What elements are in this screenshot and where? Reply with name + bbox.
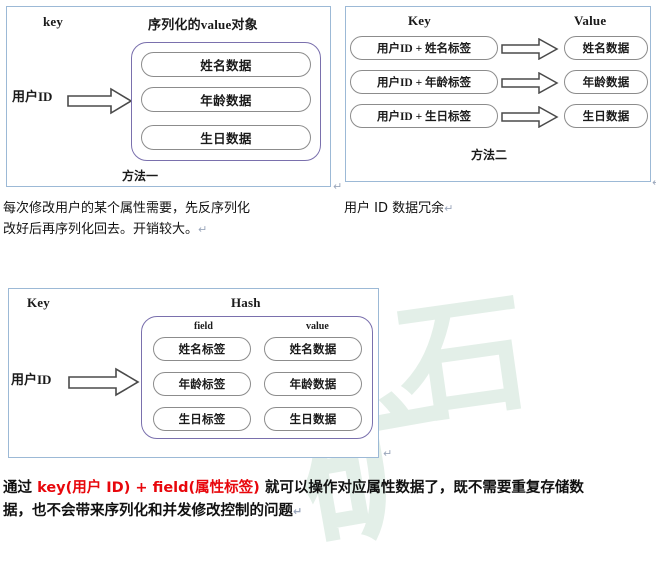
diagram1-key-label: 用户ID bbox=[12, 89, 53, 104]
diagram2-key-pill: 用户ID + 生日标签 bbox=[350, 104, 498, 128]
diagram2-value-pill: 生日数据 bbox=[564, 104, 648, 128]
diagram1-value-pill: 生日数据 bbox=[141, 125, 311, 150]
diagram3-key-label: 用户ID bbox=[11, 372, 52, 387]
block-arrow-right-icon bbox=[67, 87, 133, 115]
diagram3-field-pill: 生日标签 bbox=[153, 407, 251, 431]
block-arrow-right-icon bbox=[501, 72, 559, 94]
note-method-one: 每次修改用户的某个属性需要，先反序列化 改好后再序列化回去。开销较大。↵ bbox=[3, 198, 333, 240]
conclusion-highlight: key(用户 ID) + field(属性标签) bbox=[37, 480, 260, 496]
block-arrow-right-icon bbox=[68, 367, 140, 397]
paragraph-mark: ↵ bbox=[198, 223, 208, 236]
diagram3-key-header: Key bbox=[27, 295, 50, 310]
diagram2-key-pill: 用户ID + 年龄标签 bbox=[350, 70, 498, 94]
diagram3-hash-header: Hash bbox=[231, 295, 261, 310]
conclusion-text: 通过 key(用户 ID) + field(属性标签) 就可以操作对应属性数据了… bbox=[3, 477, 653, 523]
diagram3-value-pill: 年龄数据 bbox=[264, 372, 362, 396]
note-method-two: 用户 ID 数据冗余↵ bbox=[344, 198, 644, 219]
diagram1-key-header: key bbox=[43, 14, 64, 29]
diagram-hash-structure: Key Hash 用户ID field value 姓名标签 姓名数据 年龄标签… bbox=[8, 288, 379, 458]
diagram2-value-pill: 年龄数据 bbox=[564, 70, 648, 94]
diagram2-key-header: Key bbox=[408, 13, 431, 28]
conclusion-pre: 通过 bbox=[3, 480, 38, 496]
diagram-method-one: key 序列化的value对象 用户ID 姓名数据 年龄数据 生日数据 方法一 bbox=[6, 6, 331, 187]
watermark-glyph-a: 石 bbox=[388, 280, 538, 442]
diagram3-field-sublabel: field bbox=[194, 321, 213, 332]
conclusion-post: 就可以操作对应属性数据了，既不需要重复存储数 bbox=[259, 480, 584, 496]
diagram3-field-pill: 年龄标签 bbox=[153, 372, 251, 396]
note-method-one-line1: 每次修改用户的某个属性需要，先反序列化 bbox=[3, 201, 251, 216]
diagram3-field-pill: 姓名标签 bbox=[153, 337, 251, 361]
note-method-one-line2: 改好后再序列化回去。开销较大。 bbox=[3, 222, 199, 237]
diagram3-value-pill: 姓名数据 bbox=[264, 337, 362, 361]
diagram-method-two: Key Value 用户ID + 姓名标签 姓名数据 用户ID + 年龄标签 年… bbox=[345, 6, 651, 182]
block-arrow-right-icon bbox=[501, 106, 559, 128]
note-method-two-text: 用户 ID 数据冗余 bbox=[344, 201, 445, 216]
diagram3-value-sublabel: value bbox=[306, 321, 329, 332]
diagram2-key-pill: 用户ID + 姓名标签 bbox=[350, 36, 498, 60]
paragraph-mark: ↵ bbox=[383, 447, 393, 460]
diagram1-caption: 方法一 bbox=[122, 169, 159, 183]
paragraph-mark: ↵ bbox=[333, 180, 343, 193]
diagram1-value-pill: 年龄数据 bbox=[141, 87, 311, 112]
conclusion-line2: 据，也不会带来序列化和并发修改控制的问题 bbox=[3, 503, 293, 519]
diagram2-value-header: Value bbox=[574, 13, 607, 28]
diagram1-value-header: 序列化的value对象 bbox=[148, 17, 258, 32]
diagram2-value-pill: 姓名数据 bbox=[564, 36, 648, 60]
diagram1-value-pill: 姓名数据 bbox=[141, 52, 311, 77]
paragraph-mark: ↵ bbox=[652, 176, 656, 189]
paragraph-mark: ↵ bbox=[444, 202, 454, 215]
diagram2-caption: 方法二 bbox=[471, 148, 508, 162]
block-arrow-right-icon bbox=[501, 38, 559, 60]
diagram3-value-pill: 生日数据 bbox=[264, 407, 362, 431]
paragraph-mark: ↵ bbox=[293, 505, 303, 518]
